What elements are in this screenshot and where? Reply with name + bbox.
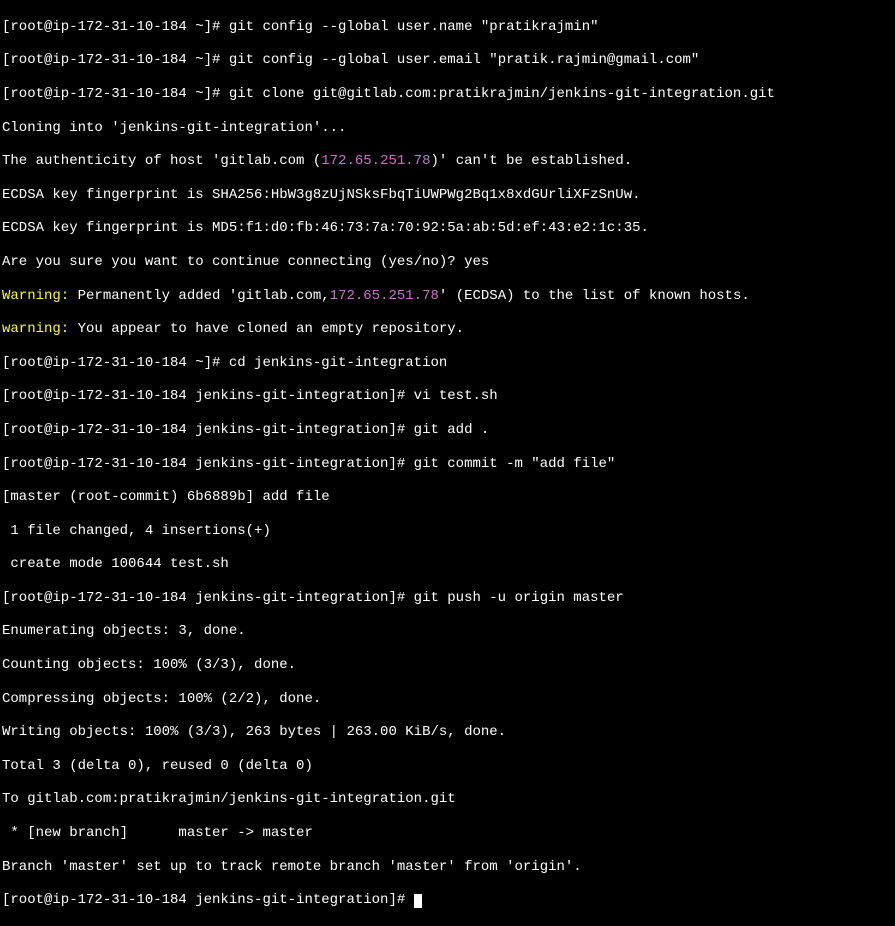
warning-label: warning: bbox=[2, 321, 69, 337]
shell-prompt: [root@ip-172-31-10-184 ~]# bbox=[2, 52, 229, 68]
output-line: Writing objects: 100% (3/3), 263 bytes |… bbox=[2, 724, 893, 741]
output-line: 1 file changed, 4 insertions(+) bbox=[2, 523, 893, 540]
ip-address: 172.65.251.78 bbox=[330, 288, 439, 304]
prompt-line: [root@ip-172-31-10-184 jenkins-git-integ… bbox=[2, 388, 893, 405]
prompt-line: [root@ip-172-31-10-184 ~]# git clone git… bbox=[2, 86, 893, 103]
output-line: ECDSA key fingerprint is MD5:f1:d0:fb:46… bbox=[2, 220, 893, 237]
output-line: Counting objects: 100% (3/3), done. bbox=[2, 657, 893, 674]
command-text: vi test.sh bbox=[414, 388, 498, 404]
output-line: Enumerating objects: 3, done. bbox=[2, 623, 893, 640]
warning-line: Warning: Permanently added 'gitlab.com,1… bbox=[2, 288, 893, 305]
output-line: Branch 'master' set up to track remote b… bbox=[2, 859, 893, 876]
output-line: The authenticity of host 'gitlab.com (17… bbox=[2, 153, 893, 170]
ip-address: 172.65.251.78 bbox=[321, 153, 430, 169]
shell-prompt: [root@ip-172-31-10-184 ~]# bbox=[2, 355, 229, 371]
output-line: Cloning into 'jenkins-git-integration'..… bbox=[2, 120, 893, 137]
output-line: To gitlab.com:pratikrajmin/jenkins-git-i… bbox=[2, 791, 893, 808]
shell-prompt: [root@ip-172-31-10-184 jenkins-git-integ… bbox=[2, 422, 414, 438]
prompt-line: [root@ip-172-31-10-184 ~]# git config --… bbox=[2, 19, 893, 36]
prompt-line: [root@ip-172-31-10-184 jenkins-git-integ… bbox=[2, 590, 893, 607]
command-text: git add . bbox=[414, 422, 490, 438]
command-text: cd jenkins-git-integration bbox=[229, 355, 447, 371]
output-line: * [new branch] master -> master bbox=[2, 825, 893, 842]
warning-line: warning: You appear to have cloned an em… bbox=[2, 321, 893, 338]
command-text: git config --global user.name "pratikraj… bbox=[229, 19, 599, 35]
prompt-line: [root@ip-172-31-10-184 ~]# git config --… bbox=[2, 52, 893, 69]
command-text: git config --global user.email "pratik.r… bbox=[229, 52, 699, 68]
cursor-icon bbox=[414, 894, 422, 908]
shell-prompt: [root@ip-172-31-10-184 jenkins-git-integ… bbox=[2, 590, 414, 606]
command-text: git push -u origin master bbox=[414, 590, 624, 606]
prompt-line: [root@ip-172-31-10-184 jenkins-git-integ… bbox=[2, 456, 893, 473]
shell-prompt: [root@ip-172-31-10-184 jenkins-git-integ… bbox=[2, 892, 414, 908]
prompt-line: [root@ip-172-31-10-184 jenkins-git-integ… bbox=[2, 892, 893, 909]
command-text: git clone git@gitlab.com:pratikrajmin/je… bbox=[229, 86, 775, 102]
prompt-line: [root@ip-172-31-10-184 ~]# cd jenkins-gi… bbox=[2, 355, 893, 372]
shell-prompt: [root@ip-172-31-10-184 ~]# bbox=[2, 19, 229, 35]
output-line: [master (root-commit) 6b6889b] add file bbox=[2, 489, 893, 506]
output-line: Are you sure you want to continue connec… bbox=[2, 254, 893, 271]
shell-prompt: [root@ip-172-31-10-184 ~]# bbox=[2, 86, 229, 102]
command-text: git commit -m "add file" bbox=[414, 456, 616, 472]
output-line: ECDSA key fingerprint is SHA256:HbW3g8zU… bbox=[2, 187, 893, 204]
terminal-output[interactable]: [root@ip-172-31-10-184 ~]# git config --… bbox=[2, 2, 893, 926]
output-line: create mode 100644 test.sh bbox=[2, 556, 893, 573]
prompt-line: [root@ip-172-31-10-184 jenkins-git-integ… bbox=[2, 422, 893, 439]
shell-prompt: [root@ip-172-31-10-184 jenkins-git-integ… bbox=[2, 388, 414, 404]
output-line: Total 3 (delta 0), reused 0 (delta 0) bbox=[2, 758, 893, 775]
warning-label: Warning: bbox=[2, 288, 69, 304]
shell-prompt: [root@ip-172-31-10-184 jenkins-git-integ… bbox=[2, 456, 414, 472]
output-line: Compressing objects: 100% (2/2), done. bbox=[2, 691, 893, 708]
